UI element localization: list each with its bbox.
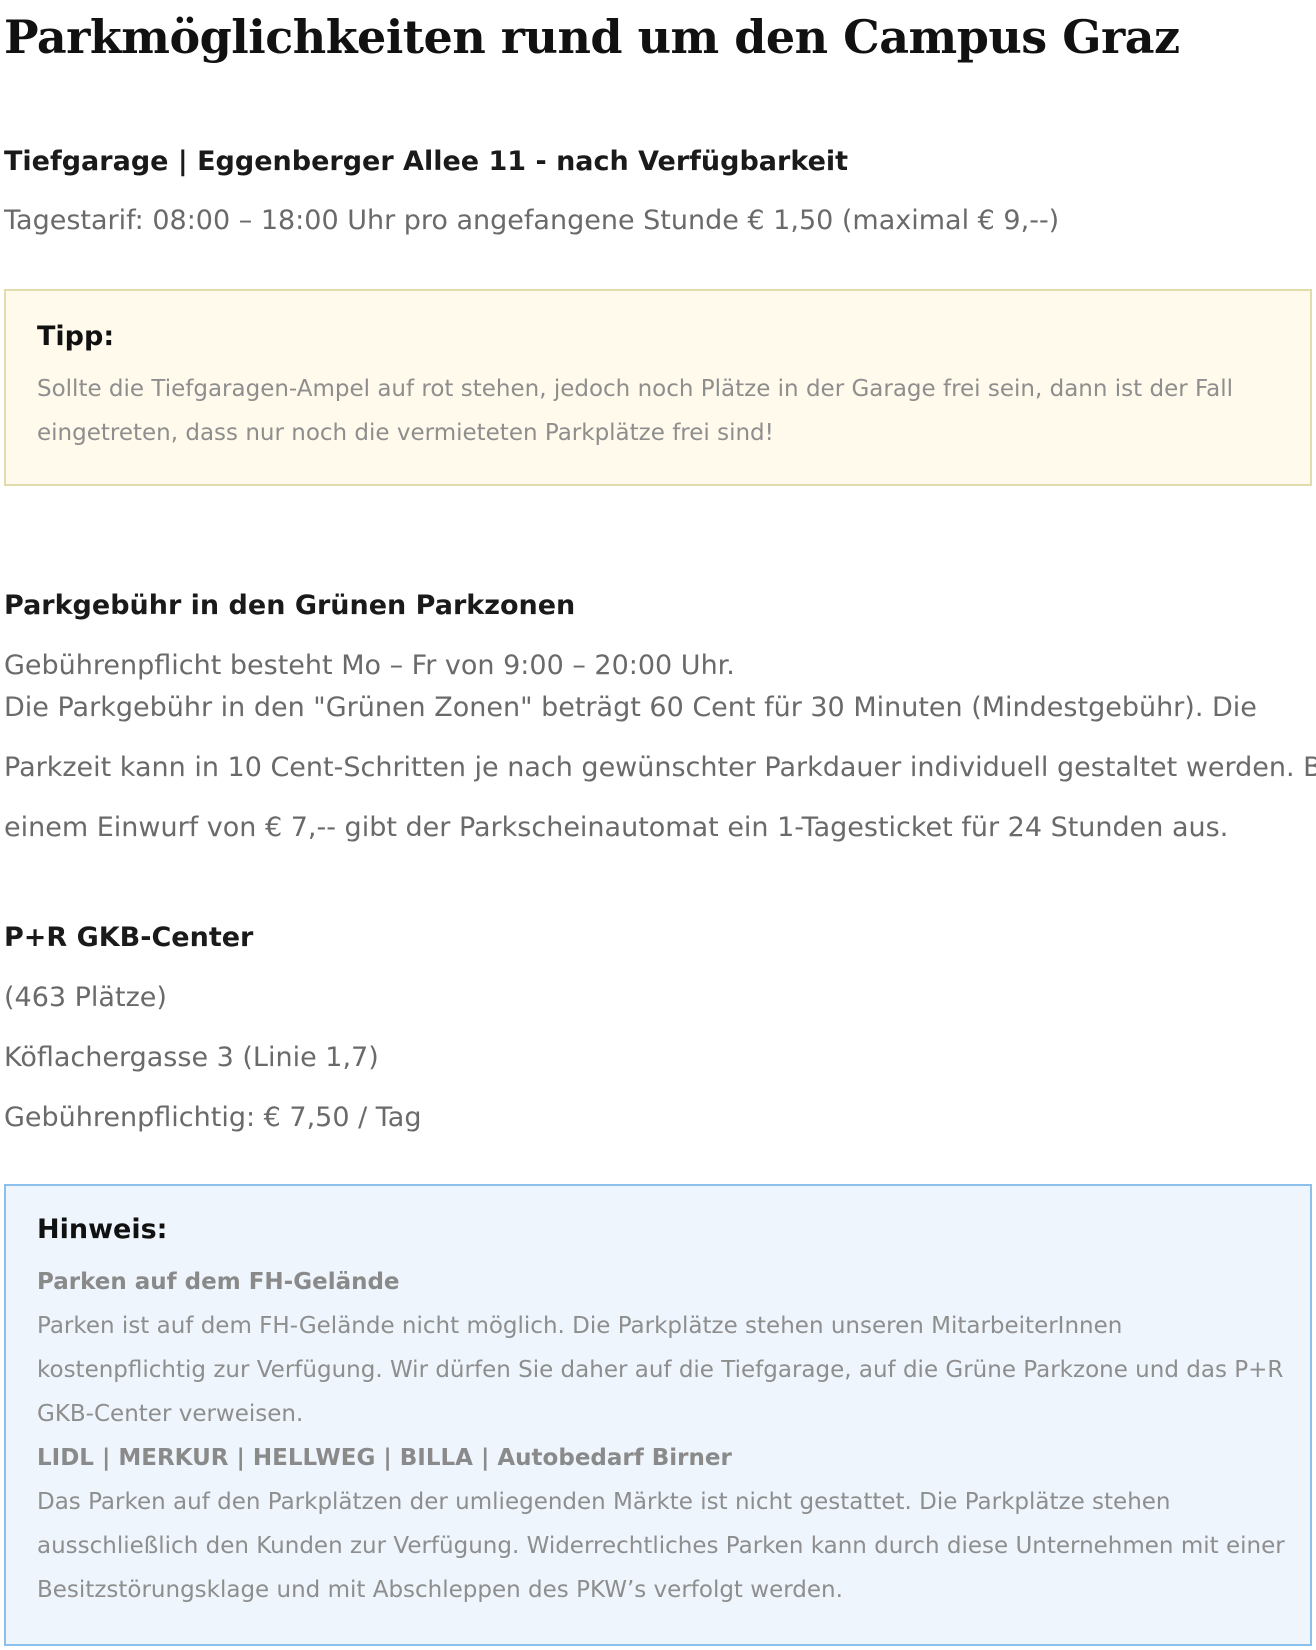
tip-line: eingetreten, dass nur noch die vermietet… [37,420,774,446]
fh-gelaende-line: kostenpflichtig zur Verfügung. Wir dürfe… [37,1357,1284,1383]
gruene-zone-line: einem Einwurf von € 7,-- gibt der Parksc… [4,812,1229,843]
gruene-zone-line: Parkzeit kann in 10 Cent-Schritten je na… [4,752,1316,783]
gruene-zone-line: Die Parkgebühr in den "Grünen Zonen" bet… [4,692,1257,723]
maerkte-line: ausschließlich den Kunden zur Verfügung.… [37,1533,1285,1559]
gruene-zone-text: Die Parkgebühr in den "Grünen Zonen" bet… [4,678,1316,858]
tip-line: Sollte die Tiefgaragen-Ampel auf rot ste… [37,376,1233,402]
tiefgarage-heading: Tiefgarage | Eggenberger Allee 11 - nach… [4,146,849,177]
maerkte-line: Das Parken auf den Parkplätzen der umlie… [37,1489,1171,1515]
hinweis-heading: Hinweis: [37,1214,168,1245]
hinweis-text: Parken auf dem FH-Gelände Parken ist auf… [37,1260,1285,1612]
hinweis-box: Hinweis: Parken auf dem FH-Gelände Parke… [4,1184,1312,1646]
page-title: Parkmöglichkeiten rund um den Campus Gra… [4,10,1180,64]
gkb-plaetze: (463 Plätze) [4,982,167,1013]
gkb-adresse: Köflachergasse 3 (Linie 1,7) [4,1042,379,1073]
tiefgarage-tarif: Tagestarif: 08:00 – 18:00 Uhr pro angefa… [4,205,1060,236]
fh-gelaende-line: Parken ist auf dem FH-Gelände nicht mögl… [37,1313,1123,1339]
tip-heading: Tipp: [37,321,115,352]
tip-text: Sollte die Tiefgaragen-Ampel auf rot ste… [37,367,1233,455]
gkb-gebuehr: Gebührenpflichtig: € 7,50 / Tag [4,1102,422,1133]
tip-box: Tipp: Sollte die Tiefgaragen-Ampel auf r… [4,289,1312,486]
maerkte-heading: LIDL | MERKUR | HELLWEG | BILLA | Autobe… [37,1445,732,1471]
gruene-zone-heading: Parkgebühr in den Grünen Parkzonen [4,590,576,621]
fh-gelaende-line: GKB-Center verweisen. [37,1401,304,1427]
gkb-heading: P+R GKB-Center [4,922,254,953]
maerkte-line: Besitzstörungsklage und mit Abschleppen … [37,1577,843,1603]
fh-gelaende-heading: Parken auf dem FH-Gelände [37,1269,400,1295]
gruene-zone-pflicht: Gebührenpflicht besteht Mo – Fr von 9:00… [4,650,735,681]
